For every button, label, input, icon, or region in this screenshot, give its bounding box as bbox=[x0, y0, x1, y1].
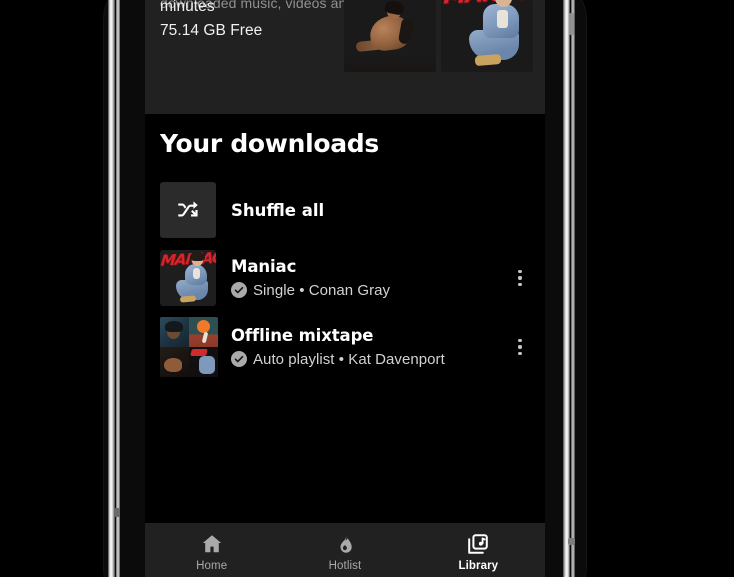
list-item-subtitle-text: Auto playlist • Kat Davenport bbox=[253, 350, 445, 368]
list-item-subtitle-text: Single • Conan Gray bbox=[253, 281, 391, 299]
list-item-shuffle-all[interactable]: Shuffle all bbox=[145, 176, 545, 244]
list-item-subtitle: Single • Conan Gray bbox=[231, 282, 499, 299]
storage-minutes-text: minutes bbox=[160, 0, 215, 15]
storage-free-space-text: 75.14 GB Free bbox=[160, 22, 263, 39]
bottom-navigation-bar: Home Hotlist Library bbox=[145, 523, 545, 577]
nav-item-library-label: Library bbox=[458, 560, 499, 572]
album-art-maniac: MANIAC bbox=[441, 0, 533, 72]
list-item-subtitle: Auto playlist • Kat Davenport bbox=[231, 351, 499, 368]
collage-tile-2 bbox=[189, 317, 218, 347]
downloaded-check-icon bbox=[231, 351, 247, 368]
collage-4up-thumb bbox=[160, 317, 218, 377]
phone-side-button-left[interactable] bbox=[114, 508, 120, 517]
list-item-offline-mixtape[interactable]: Offline mixtape Auto playlist • Kat Dave… bbox=[145, 312, 545, 382]
nav-item-home[interactable]: Home bbox=[145, 523, 278, 577]
album-art-lizzo bbox=[344, 0, 436, 72]
storage-summary-card: downloaded music, videos and playlists m… bbox=[145, 0, 545, 114]
storage-artwork-row: MANIAC bbox=[344, 0, 538, 72]
phone-power-button[interactable] bbox=[568, 538, 575, 545]
library-icon bbox=[466, 532, 490, 556]
album-art-maniac-thumb: MANIAC bbox=[160, 250, 216, 306]
nav-item-home-label: Home bbox=[196, 560, 228, 572]
phone-right-bezel bbox=[563, 0, 570, 577]
home-icon bbox=[200, 532, 224, 556]
phone-screen: downloaded music, videos and playlists m… bbox=[145, 0, 545, 577]
list-item-maniac-text: Maniac Single • Conan Gray bbox=[231, 257, 499, 299]
flame-icon bbox=[333, 532, 357, 556]
list-item-offline-mixtape-text: Offline mixtape Auto playlist • Kat Dave… bbox=[231, 326, 499, 368]
kebab-menu-icon[interactable] bbox=[505, 261, 535, 295]
kebab-menu-icon[interactable] bbox=[505, 330, 535, 364]
downloaded-check-icon bbox=[231, 282, 247, 299]
downloads-section: Your downloads Shuffle all MANIAC Maniac… bbox=[145, 116, 545, 523]
nav-item-library[interactable]: Library bbox=[412, 523, 545, 577]
collage-tile-3 bbox=[160, 347, 189, 377]
page-title: Your downloads bbox=[160, 129, 379, 158]
collage-tile-4 bbox=[189, 347, 218, 377]
list-item-title: Shuffle all bbox=[231, 200, 325, 220]
collage-tile-1 bbox=[160, 317, 189, 347]
phone-left-bezel bbox=[108, 0, 115, 577]
phone-right-bezel-highlight bbox=[571, 0, 575, 577]
nav-item-hotlist-label: Hotlist bbox=[328, 560, 362, 572]
list-item-title: Maniac bbox=[231, 257, 297, 277]
shuffle-icon bbox=[160, 182, 216, 238]
list-item-title: Offline mixtape bbox=[231, 326, 374, 346]
screenshot-stage: downloaded music, videos and playlists m… bbox=[0, 0, 734, 577]
list-item-maniac[interactable]: MANIAC Maniac Single • Conan Gray bbox=[145, 244, 545, 312]
phone-left-bezel-highlight bbox=[116, 0, 120, 577]
list-item-shuffle-all-text: Shuffle all bbox=[231, 201, 499, 220]
phone-volume-button[interactable] bbox=[569, 13, 574, 35]
nav-item-hotlist[interactable]: Hotlist bbox=[278, 523, 411, 577]
